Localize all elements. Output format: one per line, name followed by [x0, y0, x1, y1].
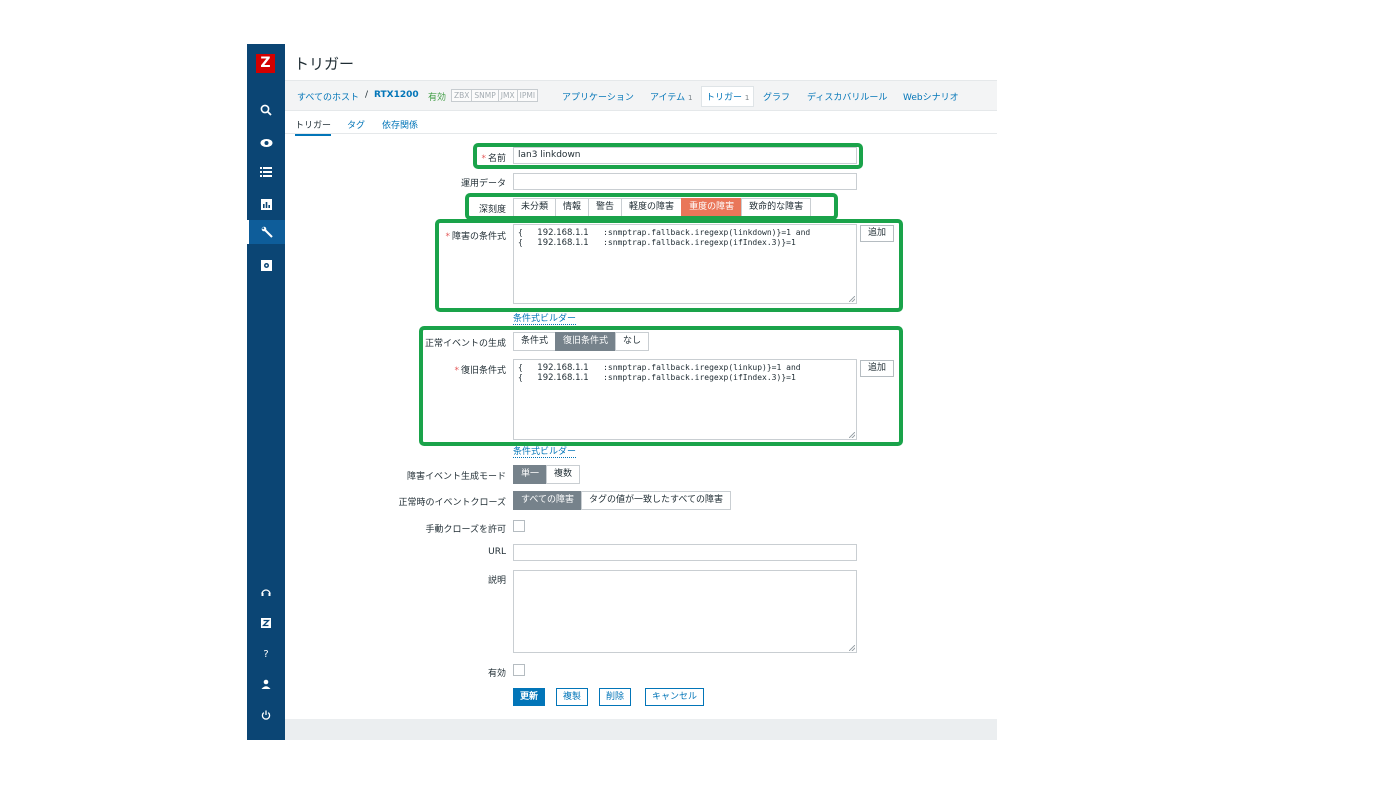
snmp-badge: SNMP: [471, 89, 499, 102]
help-icon[interactable]: ?: [247, 642, 285, 666]
gear-icon[interactable]: [247, 253, 285, 277]
event-generation-mode-selector: 単一 複数: [513, 465, 581, 484]
enabled-checkbox[interactable]: [513, 664, 525, 676]
description-label: 説明: [487, 576, 506, 586]
update-button[interactable]: 更新: [513, 688, 546, 706]
tab-tags[interactable]: タグ: [347, 118, 365, 131]
mode-single[interactable]: 単一: [513, 465, 548, 484]
zabbix-logo[interactable]: Z: [256, 54, 275, 73]
delete-button[interactable]: 削除: [599, 688, 632, 706]
mode-multiple[interactable]: 複数: [546, 465, 581, 484]
tab-dependencies[interactable]: 依存関係: [382, 118, 418, 131]
zbx-badge: ZBX: [451, 89, 473, 102]
tab-trigger[interactable]: トリガー: [295, 118, 332, 136]
resize-handle[interactable]: [849, 645, 855, 651]
clone-button[interactable]: 複製: [556, 688, 589, 706]
expression-builder-link[interactable]: 条件式ビルダー: [513, 311, 577, 325]
close-matching-tags[interactable]: タグの値が一致したすべての障害: [581, 491, 732, 510]
sidebar: Z ?: [247, 44, 285, 740]
zabbix-share-icon[interactable]: [247, 611, 285, 635]
form-tabs: トリガー タグ 依存関係: [285, 114, 997, 136]
highlight-box-recovery: [419, 326, 903, 446]
recovery-expression-builder-link[interactable]: 条件式ビルダー: [513, 444, 577, 458]
manual-close-checkbox[interactable]: [513, 520, 525, 532]
operational-data-field[interactable]: [513, 173, 857, 190]
power-icon[interactable]: [247, 703, 285, 727]
availability-badges: ZBX SNMP JMX IPMI: [451, 89, 539, 102]
host-link[interactable]: RTX1200: [374, 90, 419, 100]
graphs-link[interactable]: グラフ: [763, 90, 790, 103]
support-icon[interactable]: [247, 580, 285, 604]
enabled-label: 有効: [487, 669, 506, 679]
all-hosts-link[interactable]: すべてのホスト: [297, 90, 359, 103]
ipmi-badge: IPMI: [516, 89, 539, 102]
search-icon[interactable]: [247, 98, 285, 122]
eye-icon[interactable]: [247, 131, 285, 155]
cancel-button[interactable]: キャンセル: [645, 688, 705, 706]
items-link[interactable]: アイテム 1: [650, 90, 692, 103]
ok-event-closes-selector: すべての障害 タグの値が一致したすべての障害: [513, 491, 732, 510]
url-field[interactable]: [513, 544, 857, 561]
host-status[interactable]: 有効: [428, 90, 446, 103]
manual-close-label: 手動クローズを許可: [425, 525, 506, 535]
operational-data-label: 運用データ: [460, 179, 506, 189]
url-label: URL: [488, 547, 506, 557]
jmx-badge: JMX: [497, 89, 518, 102]
items-count: 1: [687, 94, 693, 102]
app-frame: Z ? トリガー すべてのホスト / RTX1200 有効 ZBX SNMP J…: [247, 44, 997, 740]
close-all-problems[interactable]: すべての障害: [513, 491, 583, 510]
items-label: アイテム: [650, 93, 686, 103]
breadcrumb-separator: /: [365, 90, 369, 100]
highlight-box-name: [473, 143, 863, 169]
highlight-box-severity: [465, 193, 838, 220]
wrench-icon[interactable]: [247, 220, 285, 244]
page-title: トリガー: [294, 55, 355, 73]
web-scenarios-link[interactable]: Webシナリオ: [903, 90, 959, 103]
applications-link[interactable]: アプリケーション: [562, 90, 634, 103]
triggers-label: トリガー: [706, 93, 743, 103]
ok-event-closes-label: 正常時のイベントクローズ: [398, 498, 506, 508]
triggers-count: 1: [744, 94, 750, 102]
triggers-link[interactable]: トリガー 1: [701, 86, 755, 107]
event-generation-mode-label: 障害イベント生成モード: [406, 472, 506, 482]
highlight-box-problem-expression: [435, 219, 903, 312]
host-navigation: すべてのホスト / RTX1200 有効 ZBX SNMP JMX IPMI ア…: [285, 80, 997, 111]
list-icon[interactable]: [247, 160, 285, 184]
description-field[interactable]: [513, 570, 857, 653]
user-icon[interactable]: [247, 672, 285, 696]
chart-icon[interactable]: [247, 192, 285, 216]
discovery-link[interactable]: ディスカバリルール: [807, 90, 887, 103]
